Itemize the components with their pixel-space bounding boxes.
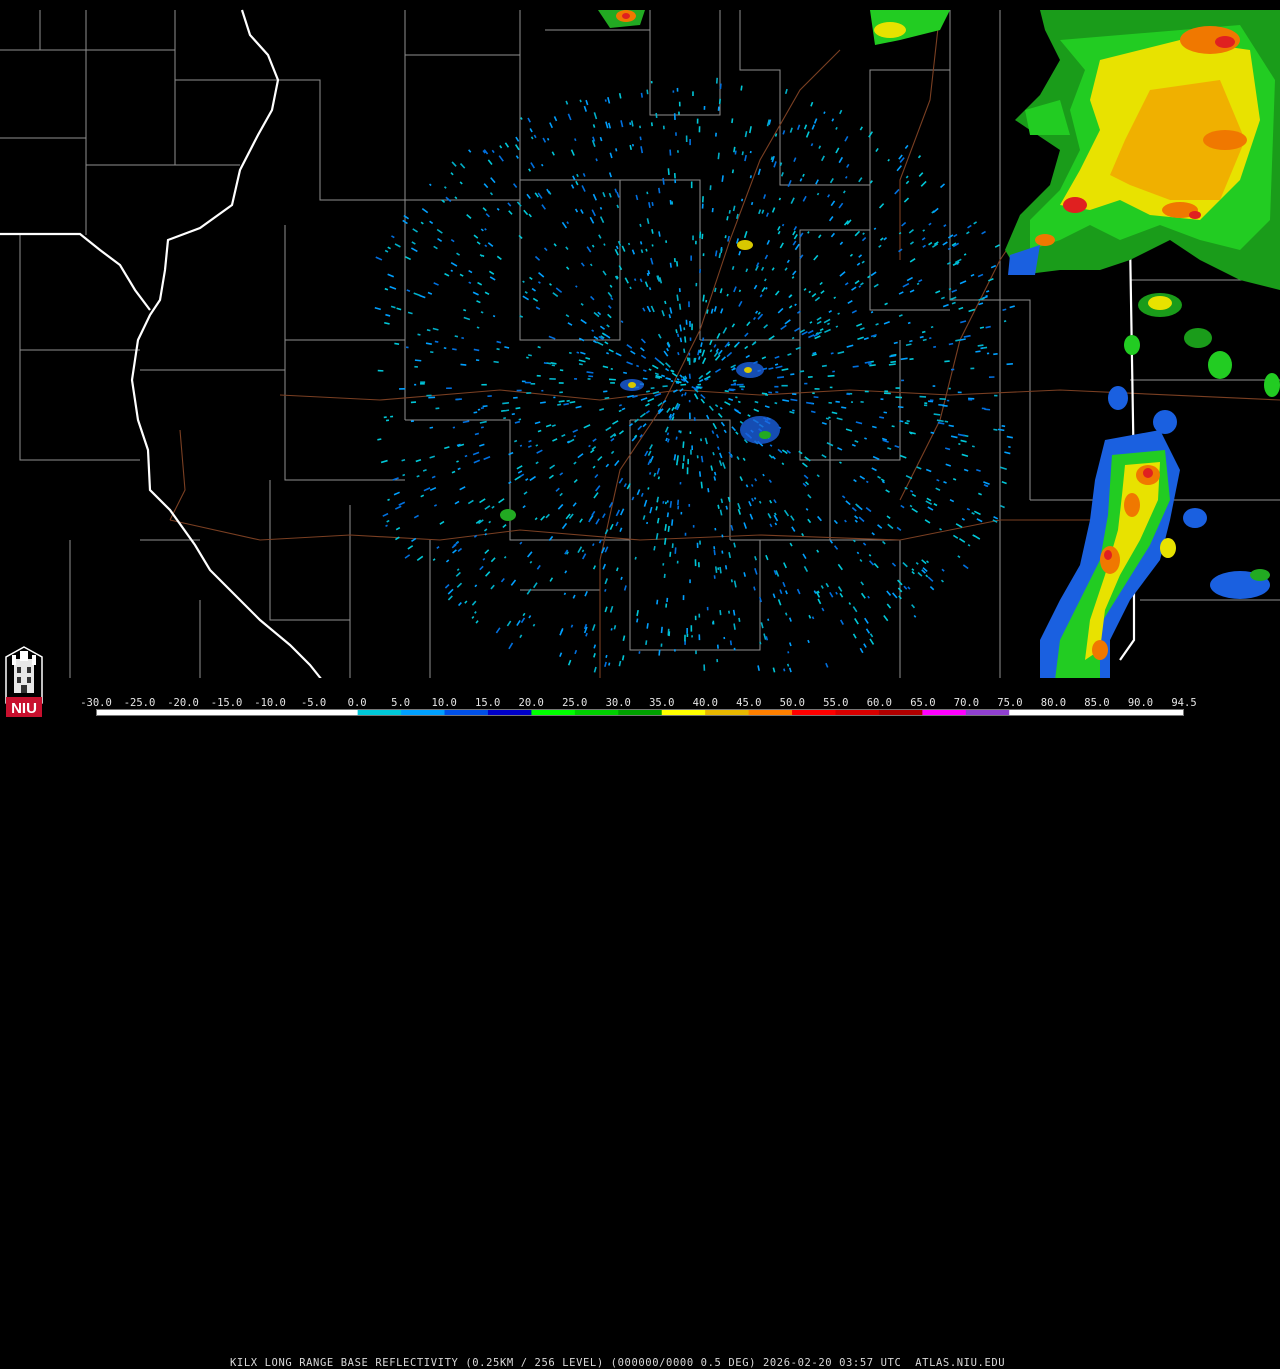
niu-logo: NIU: [5, 646, 43, 717]
colorbar-segment: [1052, 710, 1097, 715]
colorbar-segment: [531, 710, 576, 715]
colorbar-segment: [661, 710, 706, 715]
colorbar-tick-label: -20.0: [167, 697, 199, 709]
colorbar-tick-label: 90.0: [1127, 697, 1154, 709]
colorbar-segment: [487, 710, 532, 715]
colorbar-segment: [1096, 710, 1141, 715]
colorbar-tick-label: 50.0: [779, 697, 805, 709]
colorbar-tick-label: 45.0: [736, 697, 762, 709]
reflectivity-colorbar: [96, 709, 1184, 716]
colorbar-tick-label: 10.0: [431, 697, 457, 709]
colorbar-segment: [1139, 710, 1183, 715]
colorbar-segment: [183, 710, 228, 715]
colorbar-tick-label: 85.0: [1084, 697, 1110, 709]
colorbar-tick-label: 60.0: [866, 697, 893, 709]
colorbar-tick-label: 94.5: [1171, 697, 1197, 709]
colorbar-segment: [401, 710, 446, 715]
colorbar-tick-labels: -30.0 -25.0 -20.0 -15.0 -10.0 -5.0 0.0 5.0 10.0 1…: [80, 697, 1197, 709]
colorbar-segment: [574, 710, 619, 715]
colorbar-segment: [748, 710, 793, 715]
colorbar-segment: [705, 710, 750, 715]
radar-map: [0, 0, 1280, 720]
colorbar-tick-label: 55.0: [823, 697, 849, 709]
colorbar-tick-label: 35.0: [649, 697, 675, 709]
colorbar-tick-label: -25.0: [123, 697, 156, 709]
colorbar-segment: [618, 710, 663, 715]
colorbar-segment: [1009, 710, 1054, 715]
colorbar-tick-label: 0.0: [347, 697, 367, 709]
colorbar-tick-label: 65.0: [910, 697, 936, 709]
colorbar-tick-label: 30.0: [605, 697, 631, 709]
colorbar-tick-label: 75.0: [997, 697, 1023, 709]
colorbar-tick-label: 15.0: [475, 697, 501, 709]
colorbar-segment: [878, 710, 923, 715]
colorbar-tick-label: -10.0: [254, 697, 286, 709]
colorbar-segment: [227, 710, 272, 715]
colorbar-segment: [444, 710, 489, 715]
colorbar-tick-label: -15.0: [210, 697, 243, 709]
colorbar-tick-label: 25.0: [562, 697, 588, 709]
colorbar-segment: [922, 710, 967, 715]
colorbar-tick-label: 20.0: [518, 697, 544, 709]
colorbar-segment: [270, 710, 315, 715]
colorbar-tick-label: 40.0: [692, 697, 718, 709]
product-caption: KILX LONG RANGE BASE REFLECTIVITY (0.25K…: [230, 1357, 1006, 1369]
colorbar-tick-label: 80.0: [1040, 697, 1067, 709]
colorbar-tick-label: 70.0: [953, 697, 980, 709]
colorbar-tick-label: -5.0: [300, 697, 327, 709]
colorbar-segment: [792, 710, 836, 715]
colorbar-segment: [314, 710, 359, 715]
colorbar-segment: [140, 710, 185, 715]
colorbar-tick-label: -30.0: [80, 697, 112, 709]
colorbar-segment: [357, 710, 402, 715]
colorbar-segment: [835, 710, 880, 715]
colorbar-segment: [97, 710, 141, 715]
colorbar-tick-label: 5.0: [391, 697, 411, 709]
niu-logo-text: NIU: [11, 700, 37, 717]
colorbar-segment: [965, 710, 1010, 715]
